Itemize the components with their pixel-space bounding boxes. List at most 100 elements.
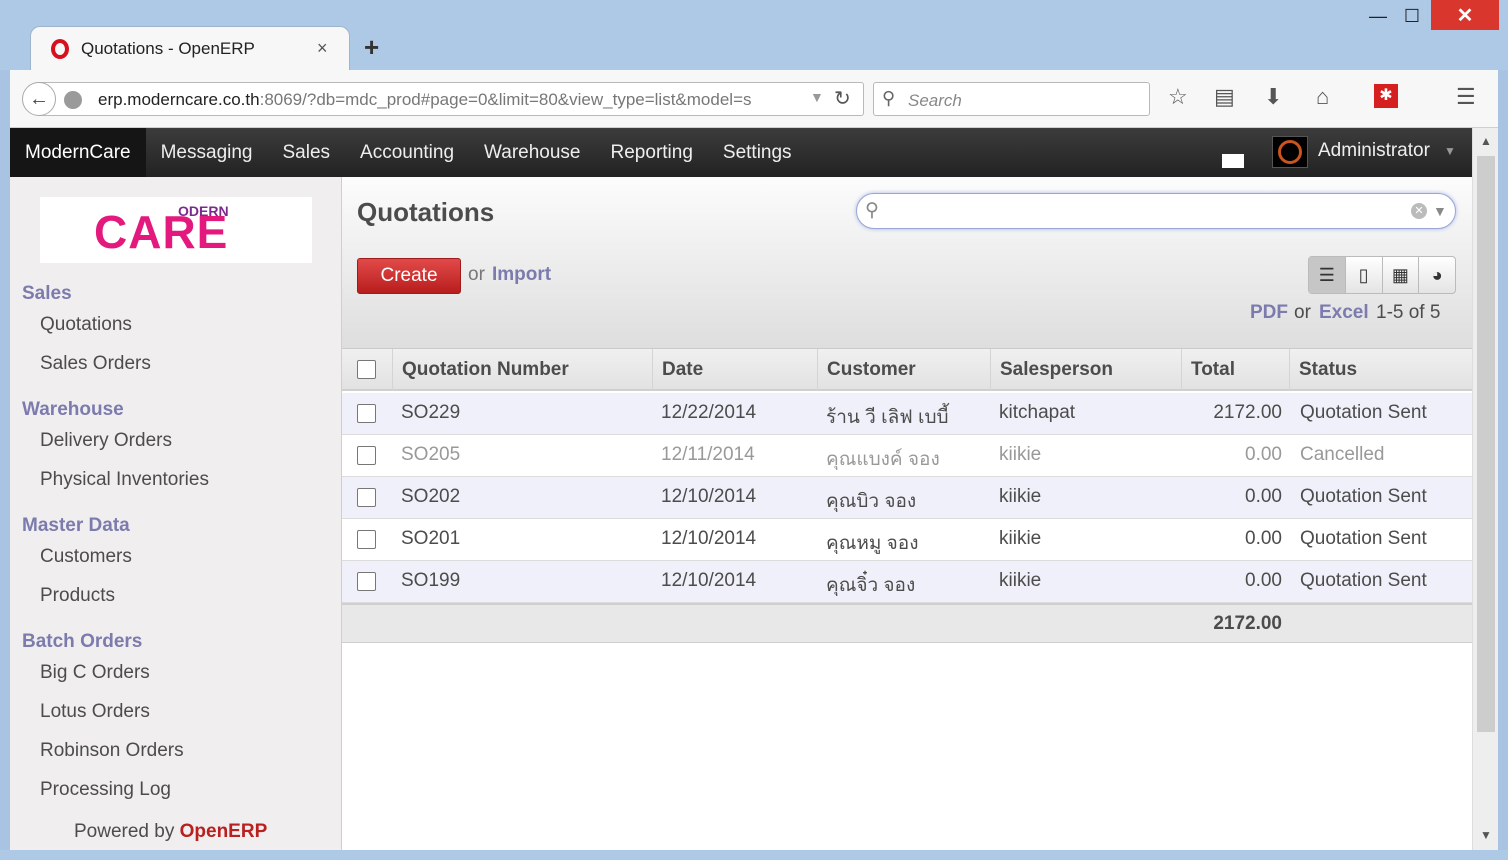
column-header-salesperson[interactable]: Salesperson	[990, 349, 1181, 391]
table-row[interactable]: SO205 12/11/2014 คุณแบงค์ จอง kiikie 0.00 Can…	[342, 435, 1472, 477]
top-menu-accounting[interactable]: Accounting	[345, 128, 469, 177]
pdf-export-link[interactable]: PDF	[1250, 302, 1288, 324]
bookmark-star-icon[interactable]: ☆	[1168, 84, 1188, 110]
pager-value[interactable]: 1-5 of 5	[1376, 302, 1440, 324]
cell-number: SO201	[401, 528, 461, 549]
cell-total: 0.00	[1245, 528, 1282, 549]
cell-salesperson: kitchapat	[999, 402, 1076, 423]
top-menu: ModernCare Messaging Sales Accounting Wareho…	[10, 128, 807, 177]
address-bar[interactable]: erp.moderncare.co.th:8069/?db=mdc_prod#p…	[38, 82, 864, 116]
table-row[interactable]: SO199 12/10/2014 คุณจิ๋ว จอง kiikie 0.00 Quot…	[342, 561, 1472, 603]
control-panel: Quotations ⚲ ✕ ▼ Create or Import ☰ ▯ ▦ …	[342, 177, 1472, 349]
table-row[interactable]: SO201 12/10/2014 คุณหมู จอง kiikie 0.00 Quota…	[342, 519, 1472, 561]
search-options-dropdown-icon[interactable]: ▼	[1433, 203, 1447, 219]
cell-customer: ร้าน วี เลิฟ เบบี้	[826, 407, 949, 428]
sidebar-item-delivery-orders[interactable]: Delivery Orders	[40, 430, 172, 452]
graph-view-icon[interactable]: ◕	[1419, 257, 1455, 293]
form-view-icon[interactable]: ▯	[1346, 257, 1383, 293]
excel-export-link[interactable]: Excel	[1319, 302, 1369, 324]
row-checkbox[interactable]	[357, 572, 376, 591]
cell-status: Cancelled	[1300, 444, 1385, 465]
cell-date: 12/10/2014	[661, 570, 757, 591]
cell-customer: คุณแบงค์ จอง	[826, 449, 940, 470]
sidebar-item-physical-inventories[interactable]: Physical Inventories	[40, 469, 209, 491]
page-title: Quotations	[357, 197, 495, 227]
sidebar-item-customers[interactable]: Customers	[40, 546, 132, 568]
search-input[interactable]	[887, 200, 1407, 222]
avatar[interactable]	[1272, 136, 1308, 168]
cell-number: SO202	[401, 486, 461, 507]
user-dropdown-icon[interactable]: ▼	[1444, 144, 1456, 158]
new-tab-button[interactable]: +	[364, 32, 379, 63]
row-checkbox[interactable]	[357, 530, 376, 549]
reload-icon[interactable]: ↻	[834, 86, 851, 111]
sidebar-section-master-data: Master Data	[22, 515, 130, 536]
cell-status: Quotation Sent	[1300, 570, 1427, 591]
create-button[interactable]: Create	[357, 258, 461, 294]
addon-icon[interactable]: ✱	[1374, 84, 1398, 108]
cell-total: 0.00	[1245, 570, 1282, 591]
app-topbar: ModernCare Messaging Sales Accounting Wareho…	[10, 128, 1472, 177]
column-header-total[interactable]: Total	[1181, 349, 1289, 391]
url-text[interactable]: erp.moderncare.co.th:8069/?db=mdc_prod#p…	[98, 90, 752, 110]
powered-by[interactable]: Powered by OpenERP	[74, 821, 267, 843]
list-view-icon[interactable]: ☰	[1309, 257, 1346, 293]
top-menu-moderncare[interactable]: ModernCare	[10, 128, 146, 177]
search-placeholder: Search	[908, 91, 962, 110]
close-window-icon[interactable]: ✕	[1431, 0, 1499, 30]
browser-tab[interactable]: Quotations - OpenERP ×	[30, 26, 350, 72]
column-header-date[interactable]: Date	[652, 349, 817, 391]
column-header-status[interactable]: Status	[1289, 349, 1472, 391]
sidebar-section-warehouse: Warehouse	[22, 399, 124, 420]
row-checkbox[interactable]	[357, 488, 376, 507]
sidebar-item-processing-log[interactable]: Processing Log	[40, 779, 171, 801]
top-menu-reporting[interactable]: Reporting	[596, 128, 708, 177]
view-switcher: ☰ ▯ ▦ ◕	[1308, 256, 1456, 294]
clear-search-icon[interactable]: ✕	[1411, 203, 1427, 219]
back-button[interactable]: ←	[22, 82, 56, 116]
sidebar-item-robinson-orders[interactable]: Robinson Orders	[40, 740, 184, 762]
scroll-up-icon[interactable]: ▲	[1473, 134, 1499, 148]
total-sum: 2172.00	[1213, 613, 1282, 634]
cell-number: SO199	[401, 570, 461, 591]
sidebar-item-sales-orders[interactable]: Sales Orders	[40, 353, 151, 375]
browser-titlebar: — ☐ ✕ Quotations - OpenERP × +	[0, 0, 1508, 72]
user-name[interactable]: Administrator	[1318, 140, 1430, 162]
download-icon[interactable]: ⬇	[1264, 84, 1282, 110]
browser-search-box[interactable]: ⚲ Search	[873, 82, 1150, 116]
scroll-thumb[interactable]	[1477, 156, 1495, 732]
sidebar-item-big-c-orders[interactable]: Big C Orders	[40, 662, 150, 684]
cell-date: 12/22/2014	[661, 402, 757, 423]
scroll-down-icon[interactable]: ▼	[1473, 828, 1499, 842]
url-history-dropdown-icon[interactable]: ▼	[810, 89, 824, 105]
table-row[interactable]: SO202 12/10/2014 คุณบิว จอง kiikie 0.00 Quota…	[342, 477, 1472, 519]
top-menu-sales[interactable]: Sales	[268, 128, 346, 177]
mail-icon[interactable]	[1222, 154, 1244, 168]
row-checkbox[interactable]	[357, 446, 376, 465]
top-menu-warehouse[interactable]: Warehouse	[469, 128, 595, 177]
top-menu-settings[interactable]: Settings	[708, 128, 807, 177]
sidebar-item-products[interactable]: Products	[40, 585, 115, 607]
select-all-checkbox[interactable]	[357, 360, 376, 379]
cell-customer: คุณหมู จอง	[826, 533, 919, 554]
page-scrollbar[interactable]: ▲ ▼	[1472, 128, 1498, 850]
top-menu-messaging[interactable]: Messaging	[146, 128, 268, 177]
cell-date: 12/10/2014	[661, 528, 757, 549]
sidebar-item-quotations[interactable]: Quotations	[40, 314, 132, 336]
home-icon[interactable]: ⌂	[1316, 84, 1329, 110]
table-row[interactable]: SO229 12/22/2014 ร้าน วี เลิฟ เบบี้ kitchap…	[342, 393, 1472, 435]
tab-close-icon[interactable]: ×	[317, 38, 328, 59]
calendar-view-icon[interactable]: ▦	[1383, 257, 1420, 293]
cell-status: Quotation Sent	[1300, 402, 1427, 423]
import-link[interactable]: Import	[492, 264, 551, 286]
search-box[interactable]: ⚲ ✕ ▼	[856, 193, 1456, 229]
maximize-icon[interactable]: ☐	[1392, 0, 1432, 32]
menu-hamburger-icon[interactable]: ☰	[1456, 84, 1476, 110]
column-header-customer[interactable]: Customer	[817, 349, 990, 391]
column-header-number[interactable]: Quotation Number	[392, 349, 652, 391]
cell-number: SO205	[401, 444, 461, 465]
site-identity-icon[interactable]	[64, 91, 82, 109]
sidebar-item-lotus-orders[interactable]: Lotus Orders	[40, 701, 150, 723]
row-checkbox[interactable]	[357, 404, 376, 423]
reading-list-icon[interactable]: ▤	[1214, 84, 1235, 110]
